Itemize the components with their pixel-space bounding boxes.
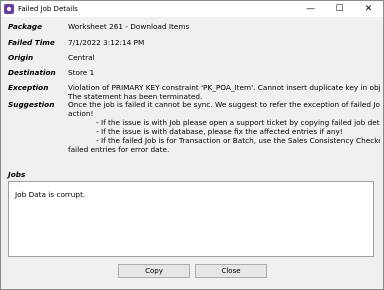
window-title: Failed Job Details xyxy=(18,5,78,13)
exception-label: Exception xyxy=(8,83,49,92)
copy-button[interactable]: Copy xyxy=(118,264,190,278)
maximize-icon[interactable]: ☐ xyxy=(325,1,354,17)
failed-time-value: 7/1/2022 3:12:14 PM xyxy=(68,38,145,47)
title-bar: Failed Job Details — ☐ ✕ xyxy=(1,1,383,17)
exception-line: Violation of PRIMARY KEY constraint 'PK_… xyxy=(68,83,380,92)
suggestion-line: Once the job is failed it cannot be sync… xyxy=(68,100,380,109)
jobs-label: Jobs xyxy=(8,170,26,179)
suggestion-line: - If the issue is with Job please open a… xyxy=(96,118,380,127)
window-controls: — ☐ ✕ xyxy=(296,1,383,17)
close-button[interactable]: Close xyxy=(195,264,267,278)
minimize-icon[interactable]: — xyxy=(296,1,325,17)
jobs-textbox[interactable]: Job Data is corrupt. xyxy=(8,181,374,257)
jobs-content: Job Data is corrupt. xyxy=(15,190,86,199)
package-label: Package xyxy=(8,22,43,31)
suggestion-line: action! xyxy=(68,109,94,118)
suggestion-line: failed entries for error date. xyxy=(68,145,170,154)
suggestion-line: - If the failed Job is for Transaction o… xyxy=(96,136,380,145)
destination-label: Destination xyxy=(8,68,56,77)
package-value: Worksheet 261 - Download Items xyxy=(68,22,190,31)
destination-value: Store 1 xyxy=(68,68,95,77)
suggestion-line: - If the issue is with database, please … xyxy=(96,127,343,136)
failed-job-details-window: Failed Job Details — ☐ ✕ Package Workshe… xyxy=(0,0,384,290)
exception-value: Violation of PRIMARY KEY constraint 'PK_… xyxy=(68,83,380,101)
close-icon[interactable]: ✕ xyxy=(354,1,383,17)
suggestion-value: Once the job is failed it cannot be sync… xyxy=(68,100,380,154)
origin-label: Origin xyxy=(8,53,34,62)
suggestion-label: Suggestion xyxy=(8,100,55,109)
failed-time-label: Failed Time xyxy=(8,38,55,47)
app-icon xyxy=(4,4,14,14)
origin-value: Central xyxy=(68,53,95,62)
